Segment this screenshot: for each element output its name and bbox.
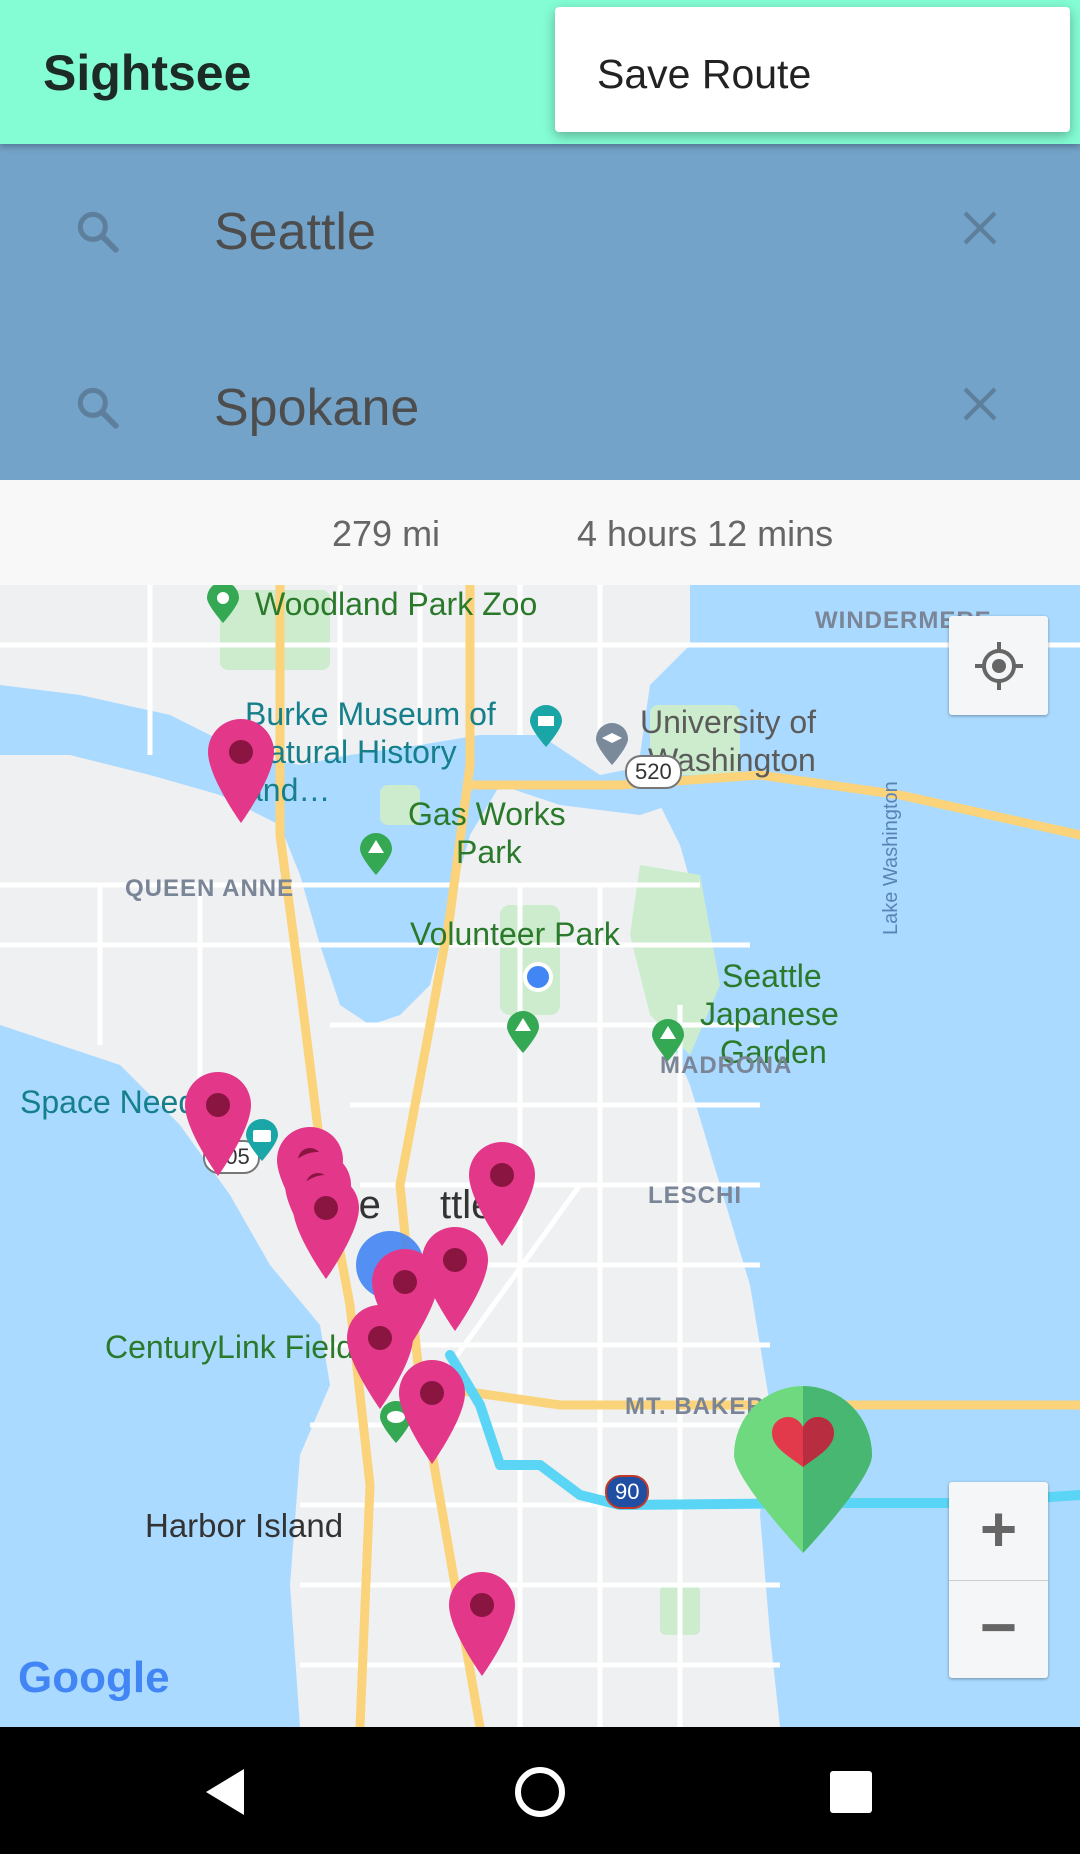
water-lake-washington: Lake Washington: [880, 781, 902, 935]
poi-woodland-park-zoo[interactable]: Woodland Park Zoo: [255, 585, 537, 623]
poi-japanese-garden-line2[interactable]: Japanese: [700, 995, 839, 1033]
poi-volunteer-park[interactable]: Volunteer Park: [410, 915, 620, 953]
google-logo: Google: [18, 1653, 170, 1702]
heart-destination-marker[interactable]: [732, 1385, 874, 1557]
museum-icon: [530, 705, 562, 747]
close-icon[interactable]: [960, 208, 1000, 248]
overflow-menu: Save Route: [555, 7, 1070, 132]
sight-marker[interactable]: [183, 1070, 253, 1180]
zoom-in-icon: +: [979, 1493, 1018, 1565]
poi-university-washington-line1[interactable]: University of: [640, 703, 816, 741]
poi-centurylink-field[interactable]: CenturyLink Field: [105, 1328, 354, 1366]
park-icon: [360, 833, 392, 875]
park-icon: [652, 1019, 684, 1061]
system-nav-bar: [0, 1727, 1080, 1854]
zoom-controls: + −: [949, 1482, 1048, 1678]
search-icon: [77, 387, 119, 429]
my-location-icon: [975, 642, 1023, 690]
close-icon[interactable]: [960, 384, 1000, 424]
poi-burke-museum[interactable]: Burke Museum of Natural History and…: [245, 695, 515, 809]
sight-marker[interactable]: [447, 1570, 517, 1680]
route-summary: 279 mi 4 hours 12 mins: [0, 480, 1080, 585]
home-icon[interactable]: [505, 1757, 575, 1827]
poi-japanese-garden-line1[interactable]: Seattle: [722, 957, 822, 995]
poi-gas-works-line2[interactable]: Park: [456, 833, 522, 871]
search-icon: [77, 211, 119, 253]
park-icon: [507, 1011, 539, 1053]
back-icon[interactable]: [192, 1757, 262, 1827]
origin-search-row[interactable]: Seattle: [0, 144, 1080, 294]
destination-input[interactable]: Spokane: [214, 378, 419, 438]
sight-marker[interactable]: [206, 717, 276, 827]
shield-i90: 90: [605, 1475, 650, 1509]
app-title: Sightsee: [43, 45, 252, 101]
route-distance: 279 mi: [332, 513, 441, 554]
my-location-button[interactable]: [949, 616, 1048, 715]
poi-gas-works-line1[interactable]: Gas Works: [408, 795, 566, 833]
area-leschi: LESCHI: [648, 1182, 743, 1209]
menu-item-save-route[interactable]: Save Route: [597, 51, 811, 98]
route-search-panel: Seattle Spokane: [0, 144, 1080, 480]
sight-marker[interactable]: [397, 1358, 467, 1468]
shield-sr520: 520: [625, 755, 682, 789]
zoo-icon: [207, 585, 239, 623]
recents-icon[interactable]: [816, 1757, 886, 1827]
poi-space-needle[interactable]: Space Needl: [20, 1083, 203, 1121]
area-queen-anne: QUEEN ANNE: [125, 875, 295, 902]
zoom-out-button[interactable]: −: [949, 1580, 1048, 1678]
map-view[interactable]: Woodland Park Zoo Burke Museum of Natura…: [0, 585, 1080, 1727]
origin-input[interactable]: Seattle: [214, 202, 376, 262]
university-icon: [596, 723, 628, 765]
zoom-out-icon: −: [979, 1591, 1018, 1663]
sight-marker[interactable]: [291, 1173, 361, 1283]
destination-search-row[interactable]: Spokane: [0, 320, 1080, 470]
map-canvas: [0, 585, 1080, 1727]
zoom-in-button[interactable]: +: [949, 1482, 1048, 1581]
route-duration: 4 hours 12 mins: [577, 513, 834, 554]
place-harbor-island: Harbor Island: [145, 1507, 344, 1544]
